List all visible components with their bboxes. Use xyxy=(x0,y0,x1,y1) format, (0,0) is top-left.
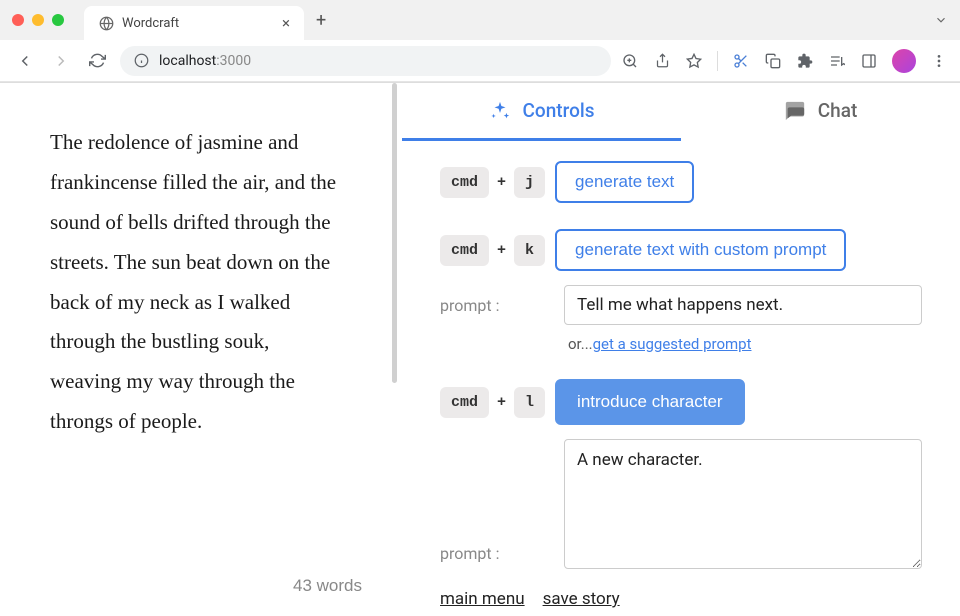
info-icon xyxy=(134,53,149,68)
reading-list-icon[interactable] xyxy=(828,52,846,70)
star-icon[interactable] xyxy=(685,52,703,70)
tab-title: Wordcraft xyxy=(122,16,179,31)
editor-pane[interactable]: The redolence of jasmine and frankincens… xyxy=(0,83,392,616)
key-l: l xyxy=(514,387,545,418)
sparkle-icon xyxy=(489,100,511,122)
extensions-icon[interactable] xyxy=(796,52,814,70)
browser-tab[interactable]: Wordcraft × xyxy=(84,6,304,40)
reload-button[interactable] xyxy=(84,48,110,74)
introduce-character-button[interactable]: introduce character xyxy=(555,379,745,425)
chat-icon xyxy=(784,100,806,122)
minimize-window-button[interactable] xyxy=(32,14,44,26)
key-j: j xyxy=(514,167,545,198)
tab-controls-label: Controls xyxy=(523,99,595,122)
or-text: or... xyxy=(568,335,593,353)
key-plus: + xyxy=(497,174,506,191)
forward-button[interactable] xyxy=(48,48,74,74)
key-plus: + xyxy=(497,242,506,259)
key-k: k xyxy=(514,235,545,266)
profile-avatar[interactable] xyxy=(892,49,916,73)
generate-text-button[interactable]: generate text xyxy=(555,161,694,203)
back-button[interactable] xyxy=(12,48,38,74)
tab-chat-label: Chat xyxy=(818,99,858,122)
prompt-label: prompt : xyxy=(440,544,550,563)
copy-icon[interactable] xyxy=(764,52,782,70)
custom-prompt-input[interactable] xyxy=(564,285,922,325)
address-port: :3000 xyxy=(216,53,251,69)
close-tab-button[interactable]: × xyxy=(282,14,290,32)
word-count: 43 words xyxy=(293,576,362,596)
prompt-label: prompt : xyxy=(440,296,550,315)
main-menu-link[interactable]: main menu xyxy=(440,589,525,609)
shortcut-generate-text: cmd + j xyxy=(440,167,545,198)
shortcut-custom-prompt: cmd + k xyxy=(440,235,545,266)
shortcut-introduce-character: cmd + l xyxy=(440,387,545,418)
new-tab-button[interactable]: + xyxy=(316,10,326,31)
close-window-button[interactable] xyxy=(12,14,24,26)
key-cmd: cmd xyxy=(440,167,489,198)
menu-icon[interactable] xyxy=(930,52,948,70)
generate-custom-button[interactable]: generate text with custom prompt xyxy=(555,229,846,271)
scissors-icon[interactable] xyxy=(732,52,750,70)
zoom-icon[interactable] xyxy=(621,52,639,70)
key-plus: + xyxy=(497,394,506,411)
address-bar[interactable]: localhost:3000 xyxy=(120,46,611,76)
share-icon[interactable] xyxy=(653,52,671,70)
key-cmd: cmd xyxy=(440,235,489,266)
save-story-link[interactable]: save story xyxy=(543,589,620,609)
sidepanel-icon[interactable] xyxy=(860,52,878,70)
key-cmd: cmd xyxy=(440,387,489,418)
story-text[interactable]: The redolence of jasmine and frankincens… xyxy=(50,123,342,442)
tab-controls[interactable]: Controls xyxy=(402,83,681,141)
globe-icon xyxy=(98,15,114,31)
window-controls[interactable] xyxy=(12,14,64,26)
address-host: localhost xyxy=(159,53,216,69)
pane-splitter[interactable] xyxy=(392,83,402,616)
maximize-window-button[interactable] xyxy=(52,14,64,26)
tab-chat[interactable]: Chat xyxy=(681,83,960,141)
character-prompt-textarea[interactable] xyxy=(564,439,922,569)
suggested-prompt-link[interactable]: get a suggested prompt xyxy=(593,335,752,353)
tab-overflow-button[interactable] xyxy=(934,13,948,27)
